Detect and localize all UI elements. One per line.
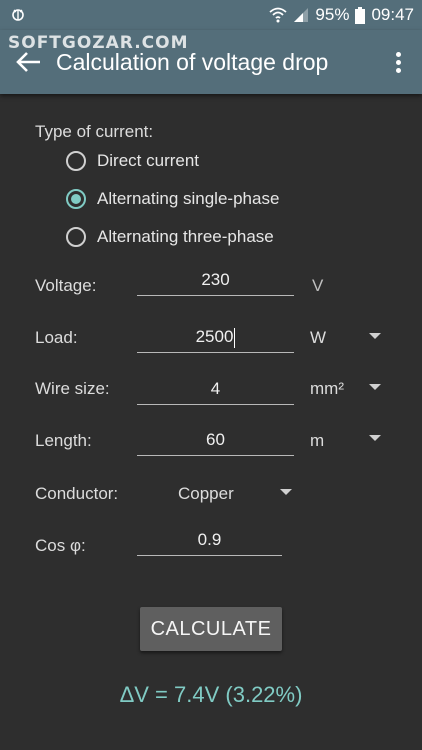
clock: 09:47 bbox=[371, 5, 414, 24]
app-bar: SOFTGOZAR.COM Calculation of voltage dro… bbox=[0, 30, 422, 94]
battery-icon bbox=[355, 6, 366, 24]
radio-label: Direct current bbox=[97, 151, 200, 170]
length-label: Length: bbox=[35, 431, 92, 450]
radio-checked-icon bbox=[66, 189, 86, 209]
battery-percent: 95% bbox=[315, 5, 350, 24]
voltage-drop-result: ΔV = 7.4V (3.22%) bbox=[119, 682, 303, 707]
wire-size-unit-dropdown-icon[interactable] bbox=[369, 384, 381, 390]
load-input[interactable]: 2500 bbox=[137, 322, 294, 353]
length-input[interactable]: 60 bbox=[137, 425, 294, 456]
load-unit-dropdown-icon[interactable] bbox=[369, 333, 381, 339]
calculate-button[interactable]: CALCULATE bbox=[140, 607, 282, 651]
length-unit-select[interactable]: m bbox=[310, 431, 324, 451]
wifi-icon bbox=[269, 7, 288, 23]
cos-phi-input[interactable]: 0.9 bbox=[137, 525, 282, 556]
conductor-select[interactable]: Copper bbox=[178, 484, 234, 504]
radio-alternating-three-phase[interactable]: Alternating three-phase bbox=[66, 224, 274, 250]
radio-unchecked-icon bbox=[66, 151, 86, 171]
status-bar: 95% 09:47 bbox=[0, 0, 422, 30]
current-type-label: Type of current: bbox=[35, 122, 154, 141]
back-arrow-icon[interactable] bbox=[14, 50, 42, 74]
radio-unchecked-icon bbox=[66, 227, 86, 247]
radio-alternating-single-phase[interactable]: Alternating single-phase bbox=[66, 186, 279, 212]
load-label: Load: bbox=[35, 328, 78, 347]
radio-label: Alternating single-phase bbox=[97, 189, 280, 208]
conductor-dropdown-icon[interactable] bbox=[280, 489, 292, 495]
voltage-label: Voltage: bbox=[35, 276, 97, 295]
page-title: Calculation of voltage drop bbox=[56, 49, 329, 75]
radio-label: Alternating three-phase bbox=[97, 227, 274, 246]
debug-bug-icon bbox=[12, 9, 24, 21]
wire-size-unit-select[interactable]: mm² bbox=[310, 379, 344, 399]
radio-direct-current[interactable]: Direct current bbox=[66, 148, 199, 174]
voltage-unit: V bbox=[312, 276, 324, 295]
length-unit-dropdown-icon[interactable] bbox=[369, 435, 381, 441]
text-cursor bbox=[234, 327, 236, 348]
conductor-label: Conductor: bbox=[35, 484, 119, 503]
wire-size-label: Wire size: bbox=[35, 379, 110, 398]
load-value: 2500 bbox=[195, 327, 234, 346]
cos-phi-label: Cos φ: bbox=[35, 536, 86, 555]
more-options-icon[interactable] bbox=[394, 52, 402, 74]
signal-icon bbox=[294, 8, 309, 22]
wire-size-input[interactable]: 4 bbox=[137, 374, 294, 405]
voltage-input[interactable]: 230 bbox=[137, 265, 294, 296]
load-unit-select[interactable]: W bbox=[310, 328, 326, 348]
